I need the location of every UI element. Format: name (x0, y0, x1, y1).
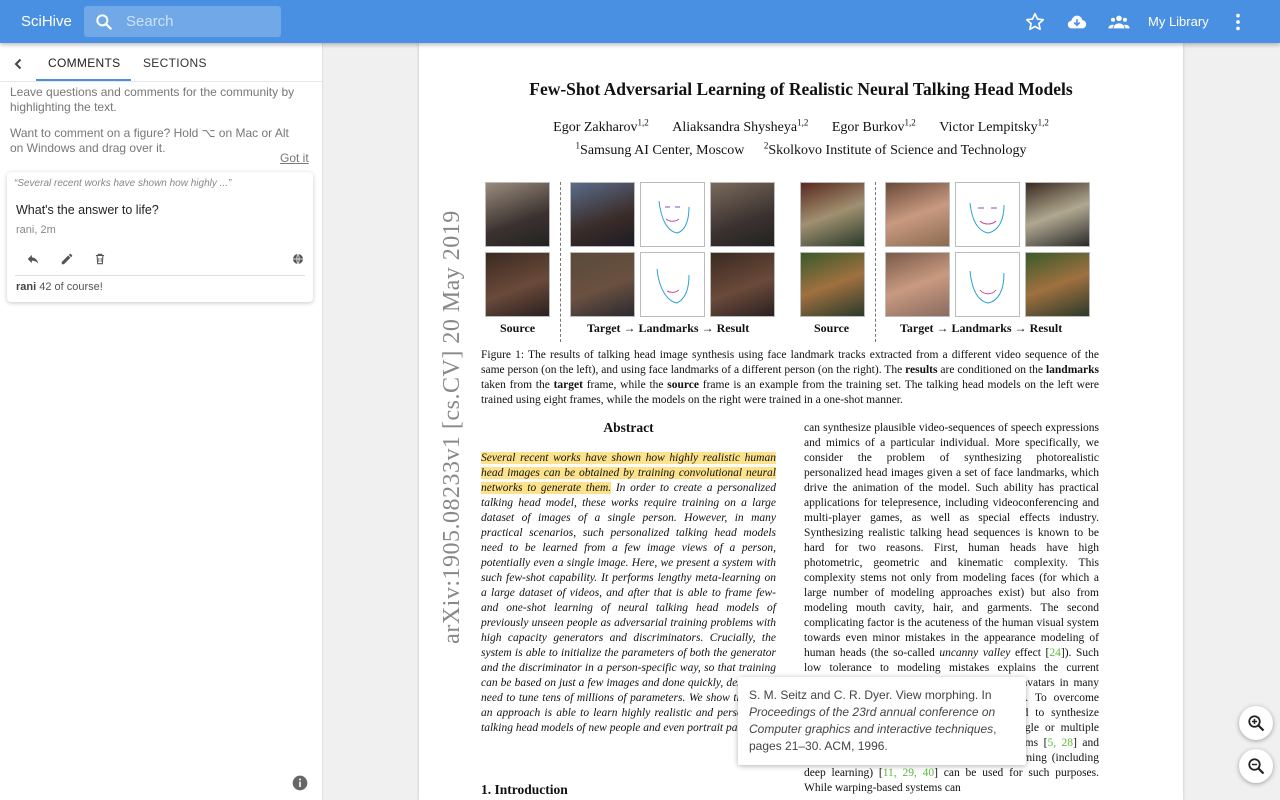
zoom-out-button[interactable] (1239, 749, 1273, 783)
figure-image (570, 182, 635, 247)
reply-text: rani 42 of course! (16, 281, 103, 293)
citation-tooltip: S. M. Seitz and C. R. Dyer. View morphin… (738, 677, 1026, 765)
author: Egor Burkov1,2 (831, 117, 916, 135)
paper-affiliations: 1Samsung AI Center, Moscow 2Skolkovo Ins… (419, 140, 1183, 159)
people-icon[interactable] (1108, 11, 1130, 33)
trash-icon[interactable] (93, 252, 107, 266)
globe-icon[interactable] (292, 253, 304, 265)
reply-divider (15, 275, 305, 276)
figure-landmarks (955, 182, 1020, 247)
figure-caption: Figure 1: The results of talking head im… (481, 349, 1099, 406)
comment-question: What's the answer to life? (16, 203, 159, 217)
zoom-out-icon (1248, 758, 1265, 775)
figure-image (485, 182, 550, 247)
figure-image (800, 252, 865, 317)
paper-title: Few-Shot Adversarial Learning of Realist… (529, 79, 1073, 99)
figure-image (710, 182, 775, 247)
got-it-link[interactable]: Got it (280, 151, 309, 165)
reply-body: 42 of course! (39, 281, 103, 293)
star-icon[interactable] (1024, 11, 1046, 33)
introduction-heading: 1. Introduction (481, 782, 568, 797)
affiliation: 2Skolkovo Institute of Science and Techn… (763, 140, 1027, 158)
comment-quote: “Several recent works have shown how hig… (14, 178, 232, 189)
search-icon (96, 14, 112, 30)
reply-icon[interactable] (26, 252, 40, 266)
search-box[interactable] (84, 6, 281, 37)
figure-landmarks (955, 252, 1020, 317)
tab-comments[interactable]: COMMENTS (48, 56, 120, 70)
affiliation: 1Samsung AI Center, Moscow (575, 140, 745, 158)
abstract-heading: Abstract (603, 420, 654, 435)
figure-divider (560, 182, 561, 342)
figure-label: Source (500, 321, 536, 335)
info-icon[interactable] (292, 775, 308, 791)
comment-meta: rani, 2m (16, 224, 56, 236)
brand-logo[interactable]: SciHive (21, 13, 72, 30)
author: Victor Lempitsky1,2 (939, 117, 1049, 135)
paper-authors: Egor Zakharov1,2 Aliaksandra Shysheya1,2… (419, 117, 1183, 136)
abstract-text[interactable]: Several recent works have shown how high… (481, 451, 776, 736)
figure-image (885, 182, 950, 247)
author: Egor Zakharov1,2 (553, 117, 649, 135)
figure-image (485, 252, 550, 317)
figure-landmarks (640, 182, 705, 247)
figure-landmarks (640, 252, 705, 317)
arxiv-stamp: arXiv:1905.08233v1 [cs.CV] 20 May 2019 (439, 210, 465, 644)
zoom-in-button[interactable] (1239, 706, 1273, 740)
my-library-link[interactable]: My Library (1148, 14, 1209, 29)
tabs-divider (0, 81, 322, 82)
figure-image (1025, 252, 1090, 317)
figure-image (1025, 182, 1090, 247)
comments-sidebar: COMMENTS SECTIONS Leave questions and co… (0, 43, 323, 800)
more-vert-icon[interactable] (1227, 11, 1249, 33)
figure-divider (875, 182, 876, 342)
help-text-figure: Want to comment on a figure? Hold ⌥ on M… (10, 126, 289, 155)
citation-link[interactable]: 24 (1049, 647, 1061, 659)
pencil-icon[interactable] (60, 252, 74, 266)
figure-image (800, 182, 865, 247)
figure-image (710, 252, 775, 317)
app-bar: SciHive My Library (0, 0, 1280, 43)
tab-sections[interactable]: SECTIONS (143, 56, 207, 70)
reply-user: rani (16, 281, 37, 293)
zoom-in-icon (1248, 715, 1265, 732)
figure-label: Target → Landmarks → Result (900, 321, 1063, 335)
search-input[interactable] (126, 11, 276, 31)
figure-label: Source (814, 321, 850, 335)
figure-image (885, 252, 950, 317)
cloud-download-icon[interactable] (1066, 11, 1088, 33)
chevron-left-icon[interactable] (10, 56, 26, 72)
citation-link[interactable]: 5, 28 (1047, 737, 1073, 749)
figure-label: Target → Landmarks → Result (587, 321, 750, 335)
figure-image (570, 252, 635, 317)
author: Aliaksandra Shysheya1,2 (672, 117, 809, 135)
help-text-highlight: Leave questions and comments for the com… (10, 85, 295, 114)
citation-link[interactable]: 11, 29, 40 (883, 767, 934, 779)
comment-card[interactable]: “Several recent works have shown how hig… (7, 172, 313, 302)
